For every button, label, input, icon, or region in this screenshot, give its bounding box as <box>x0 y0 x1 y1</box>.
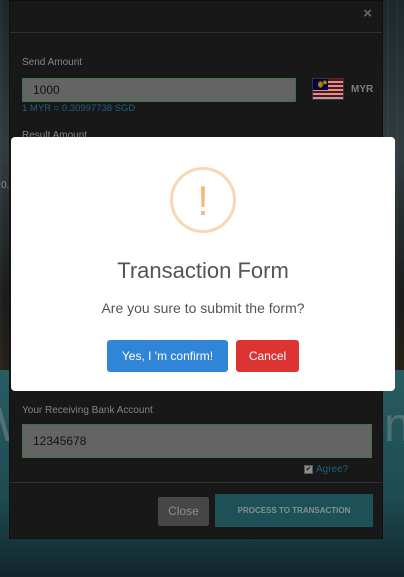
confirm-button[interactable]: Yes, I 'm confirm! <box>107 340 228 372</box>
cancel-button[interactable]: Cancel <box>236 340 299 372</box>
warning-icon: ! <box>170 167 236 233</box>
confirm-dialog: ! Transaction Form Are you sure to submi… <box>11 137 395 391</box>
exclamation-mark: ! <box>197 177 209 224</box>
dialog-message: Are you sure to submit the form? <box>101 300 305 316</box>
dialog-title: Transaction Form <box>117 258 289 283</box>
